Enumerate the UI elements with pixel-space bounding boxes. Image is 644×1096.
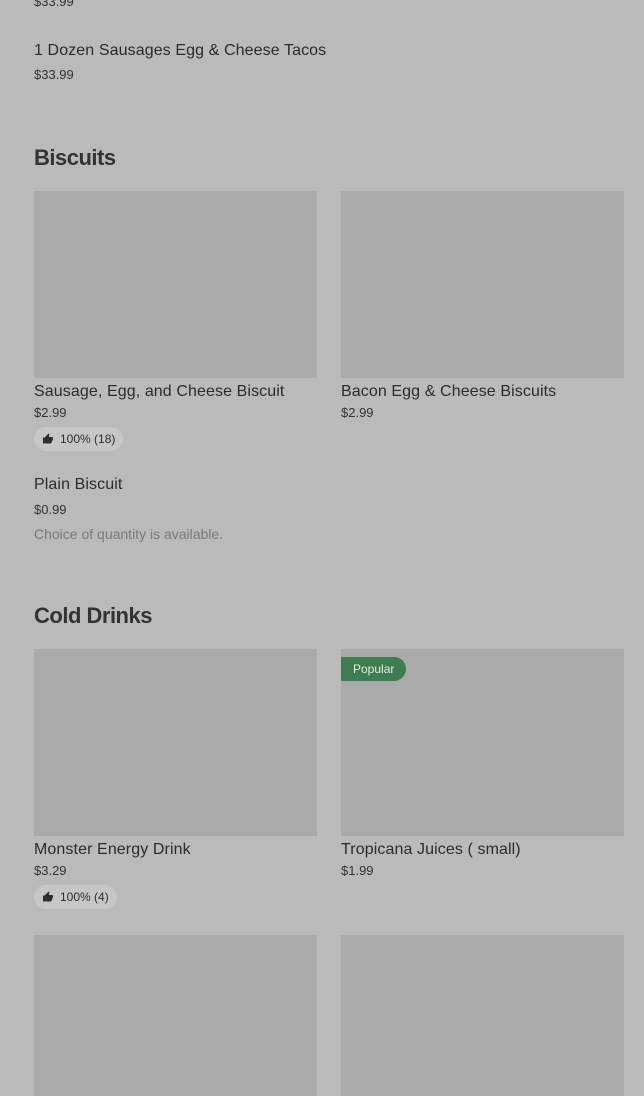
item-name: Bacon Egg & Cheese Biscuits [341,383,557,400]
item-price: $1.99 [341,863,374,878]
rating-text: 100% (18) [60,432,116,446]
item-name: Sausage, Egg, and Cheese Biscuit [34,383,285,400]
menu-item-plain-biscuit[interactable]: Plain Biscuit $0.99 Choice of quantity i… [34,476,223,542]
popular-badge: Popular [341,657,407,681]
section-title-cold-drinks: Cold Drinks [34,603,152,628]
rating-badge: 100% (18) [34,427,124,451]
menu-card-monster[interactable]: Monster Energy Drink $3.29 100% (4) [34,649,317,909]
thumbs-up-icon [43,891,53,902]
item-image [34,935,317,1096]
item-price: $33.99 [34,0,74,9]
section-title-biscuits: Biscuits [34,145,116,170]
menu-item-tacos[interactable]: 1 Dozen Sausages Egg & Cheese Tacos $33.… [34,42,326,82]
menu-card-sausage-biscuit[interactable]: Sausage, Egg, and Cheese Biscuit $2.99 1… [34,191,317,451]
rating-text: 100% (4) [60,890,109,904]
menu-card-tropicana[interactable]: Popular Tropicana Juices ( small) $1.99 [341,649,624,878]
item-note: Choice of quantity is available. [34,526,224,542]
menu-card-bacon-biscuit[interactable]: Bacon Egg & Cheese Biscuits $2.99 [341,191,624,420]
item-name: Tropicana Juices ( small) [341,841,521,858]
item-price: $2.99 [34,405,67,420]
item-name: Plain Biscuit [34,476,123,493]
item-image [34,191,317,378]
item-price: $3.29 [34,863,67,878]
thumbs-up-icon [43,433,53,444]
menu-page: $33.99 1 Dozen Sausages Egg & Cheese Tac… [0,0,644,1096]
menu-card[interactable] [341,935,624,1096]
item-image [341,191,624,378]
menu-card[interactable] [34,935,317,1096]
rating-badge: 100% (4) [34,885,117,909]
item-image [34,649,317,836]
item-image [341,935,624,1096]
item-name: 1 Dozen Sausages Egg & Cheese Tacos [34,42,327,59]
item-name: Monster Energy Drink [34,841,191,858]
item-image: Popular [341,649,624,836]
item-price: $33.99 [34,67,74,82]
item-price: $2.99 [341,405,374,420]
item-price: $0.99 [34,502,67,517]
